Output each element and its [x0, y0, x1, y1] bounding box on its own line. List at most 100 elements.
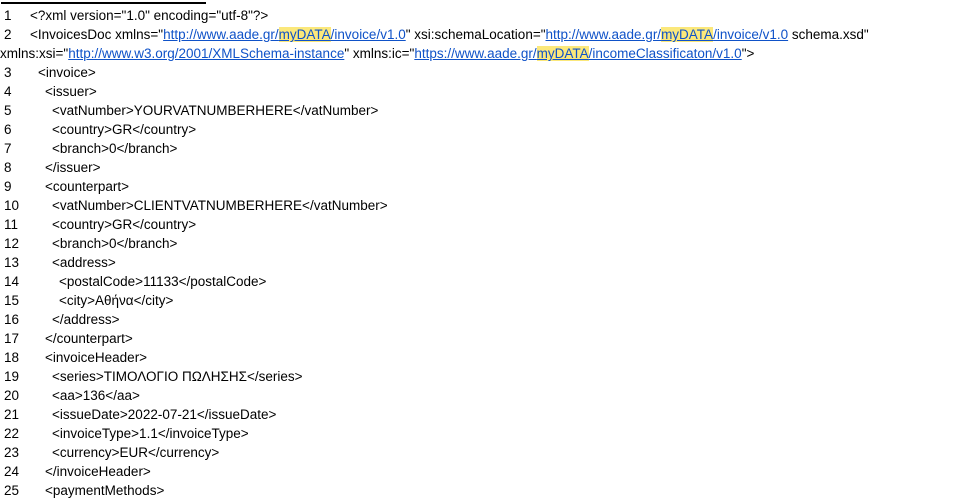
xml-text: <?xml version="1.0" encoding="utf-8"?> — [30, 8, 269, 23]
xml-text: <aa>136</aa> — [52, 388, 140, 403]
top-rule — [1, 2, 206, 4]
line-number: 9 — [4, 179, 12, 194]
xml-text: <currency>EUR</currency> — [52, 445, 220, 460]
xml-text: <vatNumber>CLIENTVATNUMBERHERE</vatNumbe… — [52, 198, 388, 213]
xml-text: <country>GR</country> — [52, 217, 197, 232]
code-line: 18 <invoiceHeader> — [0, 348, 967, 367]
line-number: 17 — [4, 331, 20, 346]
xml-text: <issuer> — [45, 84, 97, 99]
xml-text: <series>ΤΙΜΟΛΟΓΙΟ ΠΩΛΗΣΗΣ</series> — [52, 369, 303, 384]
xml-text: </invoiceHeader> — [45, 464, 151, 479]
code-line: 7 <branch>0</branch> — [0, 139, 967, 158]
code-text: <invoiceType>1.1</invoiceType> — [0, 424, 249, 443]
code-text: <issuer> — [0, 82, 97, 101]
hyperlink[interactable]: http://www.aade.gr/ — [163, 27, 279, 42]
code-text: <paymentMethods> — [0, 481, 164, 500]
line-number: 3 — [4, 65, 12, 80]
code-text: <vatNumber>CLIENTVATNUMBERHERE</vatNumbe… — [0, 196, 388, 215]
code-line: 6 <country>GR</country> — [0, 120, 967, 139]
code-text: <invoiceHeader> — [0, 348, 147, 367]
xml-text: <postalCode>11133</postalCode> — [59, 274, 267, 289]
hyperlink[interactable]: https://www.aade.gr/ — [414, 46, 536, 61]
line-number: 11 — [4, 217, 19, 232]
code-text: <invoice> — [0, 63, 96, 82]
code-line: 5 <vatNumber>YOURVATNUMBERHERE</vatNumber… — [0, 101, 967, 120]
hyperlink-highlighted[interactable]: myDATA — [661, 27, 714, 42]
code-line: xmlns:xsi="http://www.w3.org/2001/XMLSch… — [0, 44, 967, 63]
xml-text: <country>GR</country> — [52, 122, 197, 137]
xml-text: <issueDate>2022-07-21</issueDate> — [52, 407, 277, 422]
hyperlink[interactable]: http://www.w3.org/2001/XMLSchema-instanc… — [68, 46, 344, 61]
code-line: 14 <postalCode>11133</postalCode> — [0, 272, 967, 291]
xml-text: " xsi:schemaLocation=" — [405, 27, 546, 42]
xml-text: <counterpart> — [45, 179, 130, 194]
hyperlink-highlighted[interactable]: myDATA — [536, 46, 589, 61]
code-line: 22 <invoiceType>1.1</invoiceType> — [0, 424, 967, 443]
code-line: 9 <counterpart> — [0, 177, 967, 196]
code-line: 1 <?xml version="1.0" encoding="utf-8"?> — [0, 6, 967, 25]
xml-text: " xmlns:ic=" — [344, 46, 415, 61]
code-text: <vatNumber>YOURVATNUMBERHERE</vatNumber> — [0, 101, 378, 120]
line-number: 25 — [4, 483, 20, 498]
hyperlink-highlighted[interactable]: myDATA — [278, 27, 331, 42]
code-text: <?xml version="1.0" encoding="utf-8"?> — [0, 6, 268, 25]
xml-text: </counterpart> — [45, 331, 133, 346]
code-line: 19 <series>ΤΙΜΟΛΟΓΙΟ ΠΩΛΗΣΗΣ</series> — [0, 367, 967, 386]
code-line: 4 <issuer> — [0, 82, 967, 101]
code-line: 16 </address> — [0, 310, 967, 329]
hyperlink[interactable]: /invoice/v1.0 — [331, 27, 406, 42]
xml-text: </issuer> — [45, 160, 101, 175]
code-text: <issueDate>2022-07-21</issueDate> — [0, 405, 276, 424]
code-text: <series>ΤΙΜΟΛΟΓΙΟ ΠΩΛΗΣΗΣ</series> — [0, 367, 303, 386]
code-text: <InvoicesDoc xmlns="http://www.aade.gr/m… — [0, 25, 869, 44]
xml-text: </address> — [52, 312, 120, 327]
line-number: 21 — [4, 407, 20, 422]
code-line: 24 </invoiceHeader> — [0, 462, 967, 481]
hyperlink[interactable]: http://www.aade.gr/ — [546, 27, 662, 42]
line-number: 12 — [4, 236, 20, 251]
code-line: 10 <vatNumber>CLIENTVATNUMBERHERE</vatNum… — [0, 196, 967, 215]
code-line: 3 <invoice> — [0, 63, 967, 82]
code-text: <branch>0</branch> — [0, 234, 177, 253]
xml-text: <paymentMethods> — [45, 483, 165, 498]
xml-text: <InvoicesDoc xmlns=" — [30, 27, 164, 42]
xml-text: <invoiceType>1.1</invoiceType> — [52, 426, 249, 441]
line-number: 10 — [4, 198, 20, 213]
hyperlink[interactable]: /invoice/v1.0 — [713, 27, 788, 42]
code-text: <country>GR</country> — [0, 120, 196, 139]
code-line: 23 <currency>EUR</currency> — [0, 443, 967, 462]
line-number: 7 — [4, 141, 12, 156]
code-line: 25 <paymentMethods> — [0, 481, 967, 500]
xml-text: <vatNumber>YOURVATNUMBERHERE</vatNumber> — [52, 103, 379, 118]
line-number: 4 — [4, 84, 12, 99]
code-text: <postalCode>11133</postalCode> — [0, 272, 266, 291]
hyperlink[interactable]: /incomeClassificaton/v1.0 — [589, 46, 742, 61]
code-line: 11 <country>GR</country> — [0, 215, 967, 234]
line-number: 16 — [4, 312, 20, 327]
code-line: 2 <InvoicesDoc xmlns="http://www.aade.gr/… — [0, 25, 967, 44]
code-line: 17 </counterpart> — [0, 329, 967, 348]
xml-text: <invoiceHeader> — [45, 350, 148, 365]
xml-text: <invoice> — [38, 65, 96, 80]
line-number: 20 — [4, 388, 20, 403]
code-text: <city>Αθήνα</city> — [0, 291, 173, 310]
xml-text: <branch>0</branch> — [52, 236, 178, 251]
line-number: 18 — [4, 350, 20, 365]
line-number: 15 — [4, 293, 20, 308]
code-text: <aa>136</aa> — [0, 386, 140, 405]
code-text: <branch>0</branch> — [0, 139, 177, 158]
code-line: 13 <address> — [0, 253, 967, 272]
line-number: 13 — [4, 255, 20, 270]
line-number: 24 — [4, 464, 20, 479]
code-line: 15 <city>Αθήνα</city> — [0, 291, 967, 310]
xml-text: <branch>0</branch> — [52, 141, 178, 156]
code-text: <currency>EUR</currency> — [0, 443, 219, 462]
line-number: 2 — [4, 27, 12, 42]
xml-text: <address> — [52, 255, 116, 270]
code-line: 20 <aa>136</aa> — [0, 386, 967, 405]
xml-text: xmlns:xsi=" — [0, 46, 69, 61]
code-text: <country>GR</country> — [0, 215, 196, 234]
code-text: </counterpart> — [0, 329, 133, 348]
line-number: 22 — [4, 426, 20, 441]
code-text: <counterpart> — [0, 177, 129, 196]
